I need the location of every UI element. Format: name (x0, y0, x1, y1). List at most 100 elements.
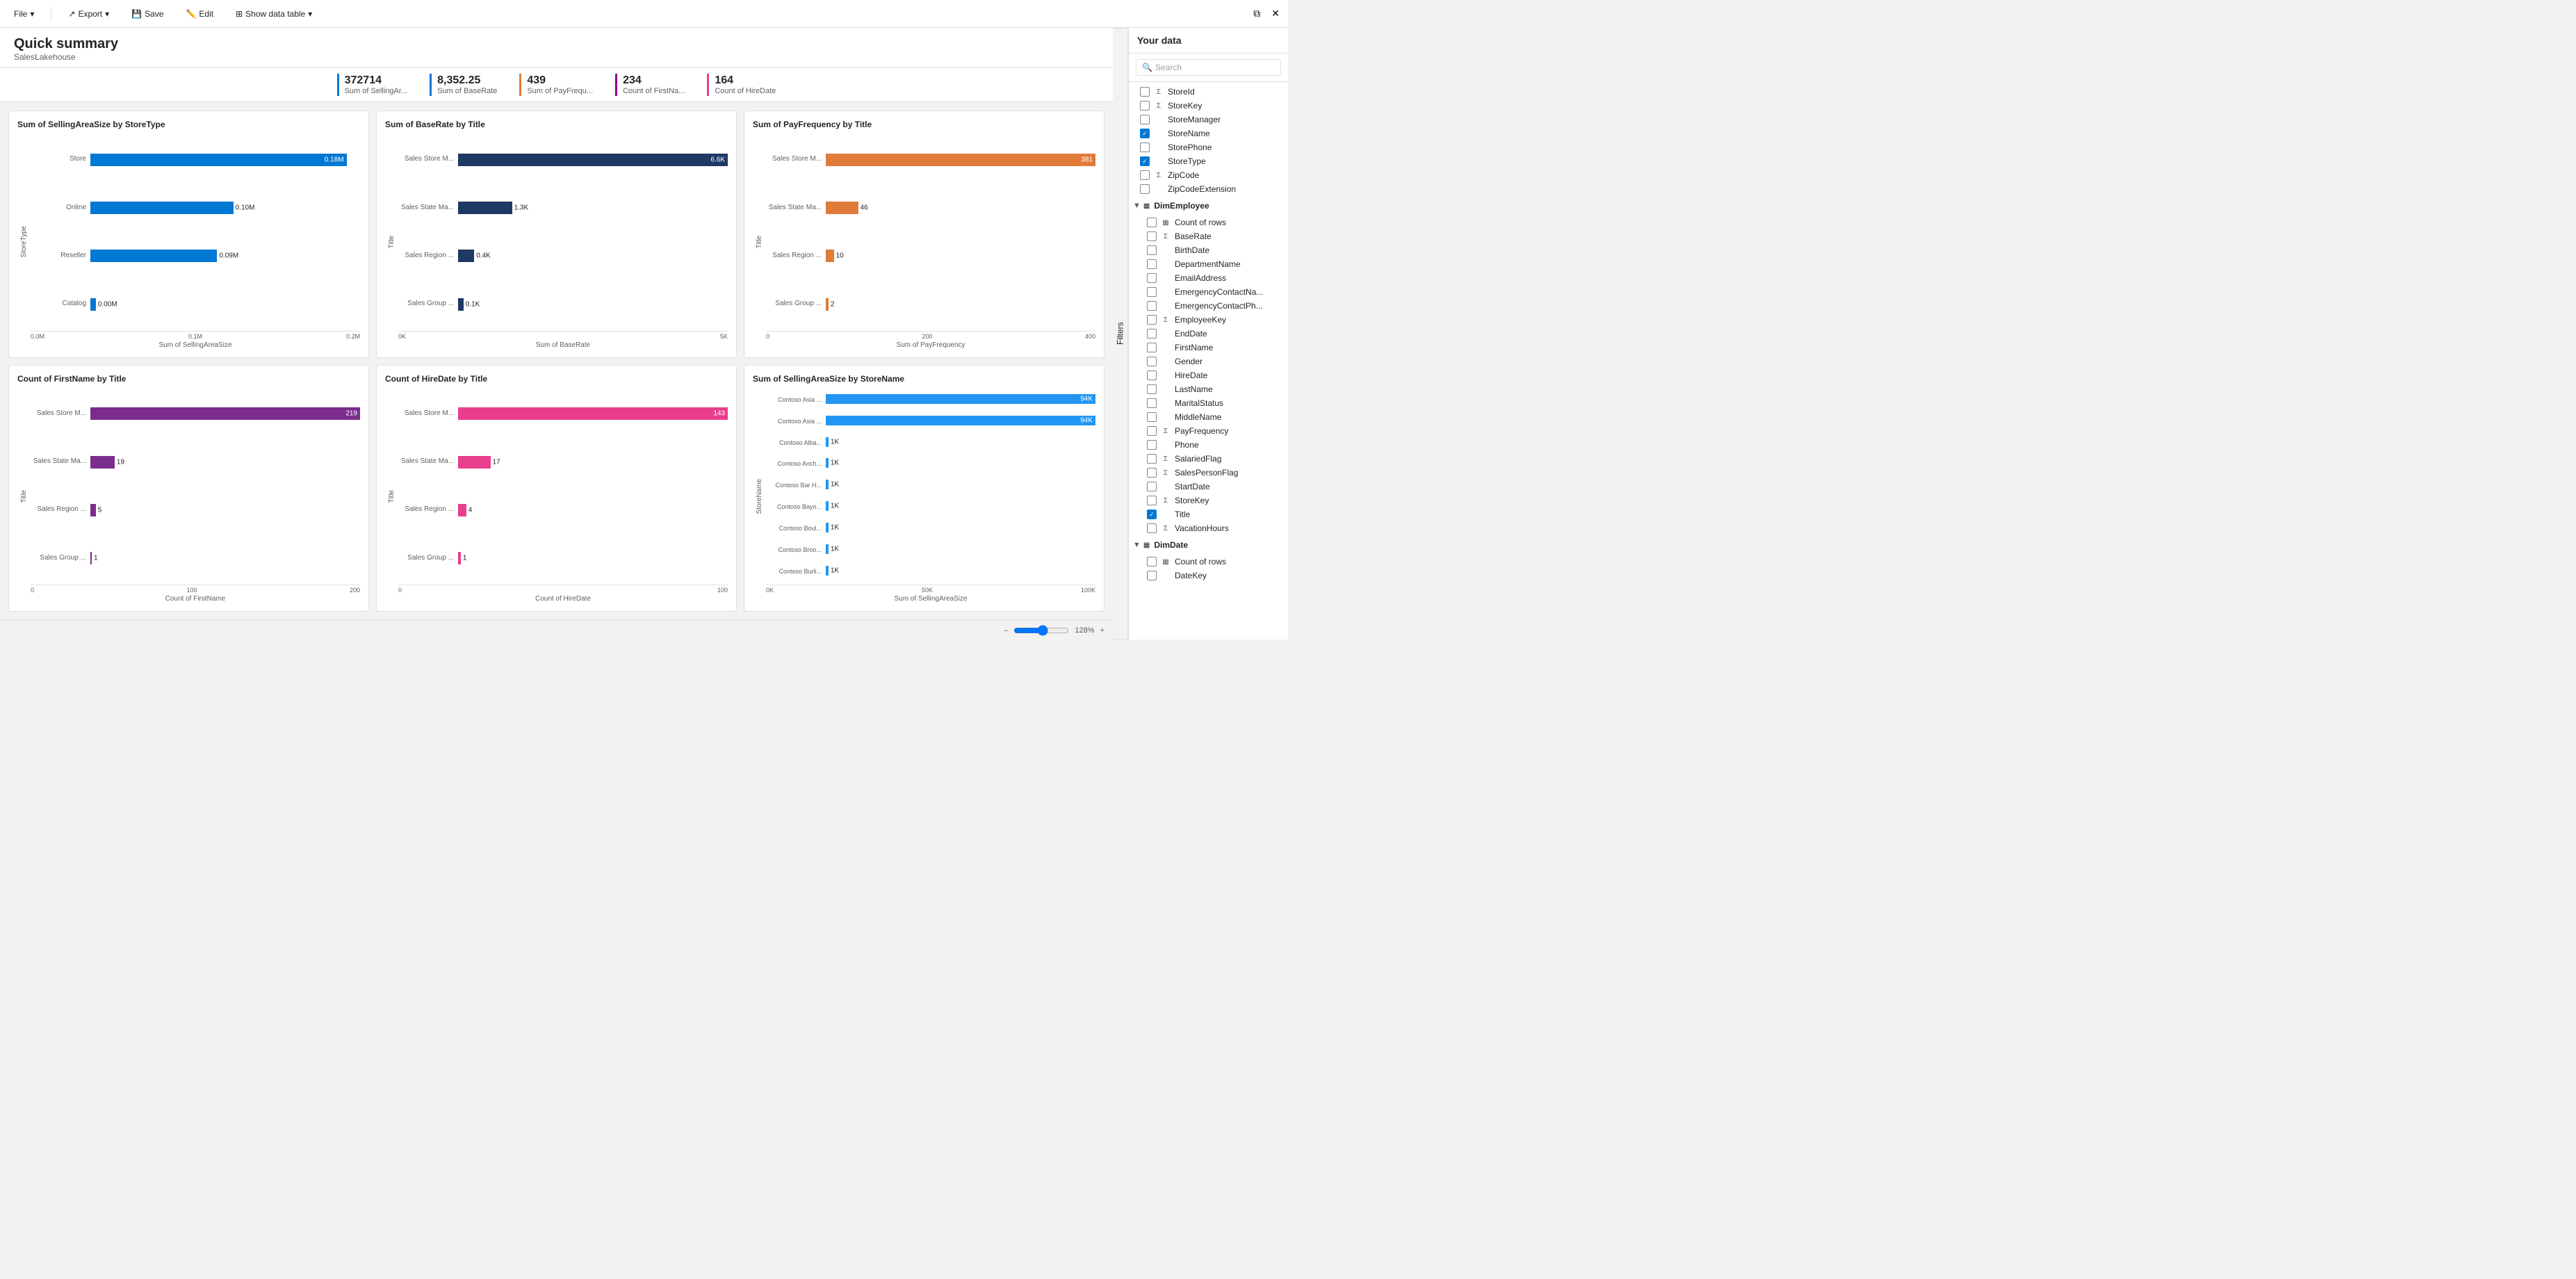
sidebar-item-18[interactable]: FirstName (1129, 341, 1288, 355)
sidebar-item-34[interactable]: DateKey (1129, 569, 1288, 583)
bar-row-5: Contoso Bayo... 1K (766, 500, 1095, 513)
sidebar-checkbox-5[interactable]: ✓ (1140, 156, 1150, 166)
sidebar-checkbox-6[interactable] (1140, 170, 1150, 180)
file-button[interactable]: File ▾ (8, 6, 40, 22)
sidebar-item-20[interactable]: HireDate (1129, 368, 1288, 382)
sidebar-checkbox-13[interactable] (1147, 273, 1157, 283)
sidebar-item-27[interactable]: Σ SalesPersonFlag (1129, 466, 1288, 480)
bar-label-0: Sales Store M... (398, 155, 454, 163)
sidebar-checkbox-33[interactable] (1147, 557, 1157, 567)
sidebar-item-0[interactable]: Σ StoreId (1129, 85, 1288, 99)
sidebar-item-23[interactable]: MiddleName (1129, 410, 1288, 424)
sidebar-checkbox-26[interactable] (1147, 454, 1157, 464)
sidebar-checkbox-20[interactable] (1147, 370, 1157, 380)
show-data-table-button[interactable]: ⊞ Show data table ▾ (230, 6, 318, 22)
sidebar-item-1[interactable]: Σ StoreKey (1129, 99, 1288, 113)
kpi-item-1[interactable]: 8,352.25 Sum of BaseRate (430, 74, 497, 96)
sidebar-checkbox-0[interactable] (1140, 87, 1150, 97)
sidebar-item-19[interactable]: Gender (1129, 355, 1288, 368)
bar-value-outside-1: 0.10M (236, 204, 255, 212)
kpi-item-4[interactable]: 164 Count of HireDate (707, 74, 776, 96)
sidebar-item-17[interactable]: EndDate (1129, 327, 1288, 341)
sidebar-checkbox-9[interactable] (1147, 218, 1157, 227)
bar-row-7: Contoso Broo... 1K (766, 544, 1095, 556)
sidebar-checkbox-21[interactable] (1147, 384, 1157, 394)
sidebar-checkbox-11[interactable] (1147, 245, 1157, 255)
sidebar-checkbox-2[interactable] (1140, 115, 1150, 124)
sidebar-item-6[interactable]: Σ ZipCode (1129, 168, 1288, 182)
sidebar-item-2[interactable]: StoreManager (1129, 113, 1288, 127)
sidebar-checkbox-17[interactable] (1147, 329, 1157, 339)
sidebar-item-4[interactable]: StorePhone (1129, 140, 1288, 154)
search-input-container[interactable]: 🔍 Search (1136, 59, 1281, 76)
export-button[interactable]: ↗ Export ▾ (63, 6, 115, 22)
bar-track-7: 1K (826, 544, 1095, 555)
zoom-slider[interactable] (1013, 625, 1069, 636)
sidebar-checkbox-14[interactable] (1147, 287, 1157, 297)
chart-title: Count of FirstName by Title (17, 374, 360, 384)
sidebar-item-15[interactable]: EmergencyContactPh... (1129, 299, 1288, 313)
sidebar-item-14[interactable]: EmergencyContactNa... (1129, 285, 1288, 299)
edit-button[interactable]: ✏️ Edit (180, 6, 219, 22)
sidebar-checkbox-10[interactable] (1147, 231, 1157, 241)
sidebar-item-label-6: ZipCode (1168, 170, 1280, 180)
sidebar-checkbox-4[interactable] (1140, 142, 1150, 152)
sidebar-item-9[interactable]: ▦ Count of rows (1129, 215, 1288, 229)
chart-body: Title Sales Store M... 143 Sales State M… (385, 389, 728, 603)
sidebar-item-25[interactable]: Phone (1129, 438, 1288, 452)
x-axis: 0100 (398, 585, 728, 594)
sidebar-item-22[interactable]: MaritalStatus (1129, 396, 1288, 410)
sidebar-checkbox-19[interactable] (1147, 357, 1157, 366)
sidebar-checkbox-12[interactable] (1147, 259, 1157, 269)
sidebar-checkbox-29[interactable] (1147, 496, 1157, 505)
sidebar-checkbox-28[interactable] (1147, 482, 1157, 491)
sidebar-item-31[interactable]: Σ VacationHours (1129, 521, 1288, 535)
kpi-value-4: 164 (715, 74, 776, 87)
sidebar-checkbox-27[interactable] (1147, 468, 1157, 478)
sidebar-item-26[interactable]: Σ SalariedFlag (1129, 452, 1288, 466)
x-axis: 0200400 (766, 331, 1095, 340)
sidebar-item-21[interactable]: LastName (1129, 382, 1288, 396)
filters-tab[interactable]: Filters (1113, 28, 1128, 640)
window-restore-button[interactable]: ⧉ (1253, 8, 1260, 19)
sidebar-item-16[interactable]: Σ EmployeeKey (1129, 313, 1288, 327)
kpi-item-2[interactable]: 439 Sum of PayFrequ... (519, 74, 593, 96)
sidebar-item-11[interactable]: BirthDate (1129, 243, 1288, 257)
bar-row-1: Online 0.10M (31, 199, 360, 215)
sidebar-section-header-8[interactable]: ▼ ▦ DimEmployee (1133, 199, 1280, 213)
sidebar-checkbox-24[interactable] (1147, 426, 1157, 436)
bar-fill-0: 94K (826, 394, 1095, 404)
sidebar-item-12[interactable]: DepartmentName (1129, 257, 1288, 271)
sidebar-checkbox-1[interactable] (1140, 101, 1150, 111)
sidebar-checkbox-30[interactable]: ✓ (1147, 510, 1157, 519)
sidebar-section-header-32[interactable]: ▼ ▦ DimDate (1133, 538, 1280, 552)
sidebar-checkbox-7[interactable] (1140, 184, 1150, 194)
sidebar-checkbox-25[interactable] (1147, 440, 1157, 450)
save-button[interactable]: 💾 Save (126, 6, 169, 22)
sidebar-item-5[interactable]: ✓ StoreType (1129, 154, 1288, 168)
bar-track-2: 1K (826, 437, 1095, 448)
sidebar-checkbox-18[interactable] (1147, 343, 1157, 352)
kpi-item-0[interactable]: 372714 Sum of SellingAr... (337, 74, 408, 96)
sidebar-item-30[interactable]: ✓ Title (1129, 507, 1288, 521)
sidebar-item-7[interactable]: ZipCodeExtension (1129, 182, 1288, 196)
sidebar-checkbox-31[interactable] (1147, 523, 1157, 533)
sidebar-checkbox-23[interactable] (1147, 412, 1157, 422)
sidebar-item-24[interactable]: Σ PayFrequency (1129, 424, 1288, 438)
sidebar-item-33[interactable]: ▦ Count of rows (1129, 555, 1288, 569)
sidebar-item-13[interactable]: EmailAddress (1129, 271, 1288, 285)
sidebar-item-28[interactable]: StartDate (1129, 480, 1288, 494)
bar-label-4: Contoso Bar H... (766, 482, 822, 489)
sidebar-item-29[interactable]: Σ StoreKey (1129, 494, 1288, 507)
window-close-button[interactable]: ✕ (1271, 8, 1280, 19)
bar-label-1: Sales State Ma... (31, 457, 86, 465)
sidebar-checkbox-16[interactable] (1147, 315, 1157, 325)
kpi-item-3[interactable]: 234 Count of FirstNa... (615, 74, 685, 96)
sidebar-checkbox-34[interactable] (1147, 571, 1157, 580)
sidebar-item-label-0: StoreId (1168, 87, 1280, 97)
sidebar-item-10[interactable]: Σ BaseRate (1129, 229, 1288, 243)
sidebar-checkbox-22[interactable] (1147, 398, 1157, 408)
sidebar-checkbox-15[interactable] (1147, 301, 1157, 311)
sidebar-checkbox-3[interactable]: ✓ (1140, 129, 1150, 138)
sidebar-item-3[interactable]: ✓ StoreName (1129, 127, 1288, 140)
